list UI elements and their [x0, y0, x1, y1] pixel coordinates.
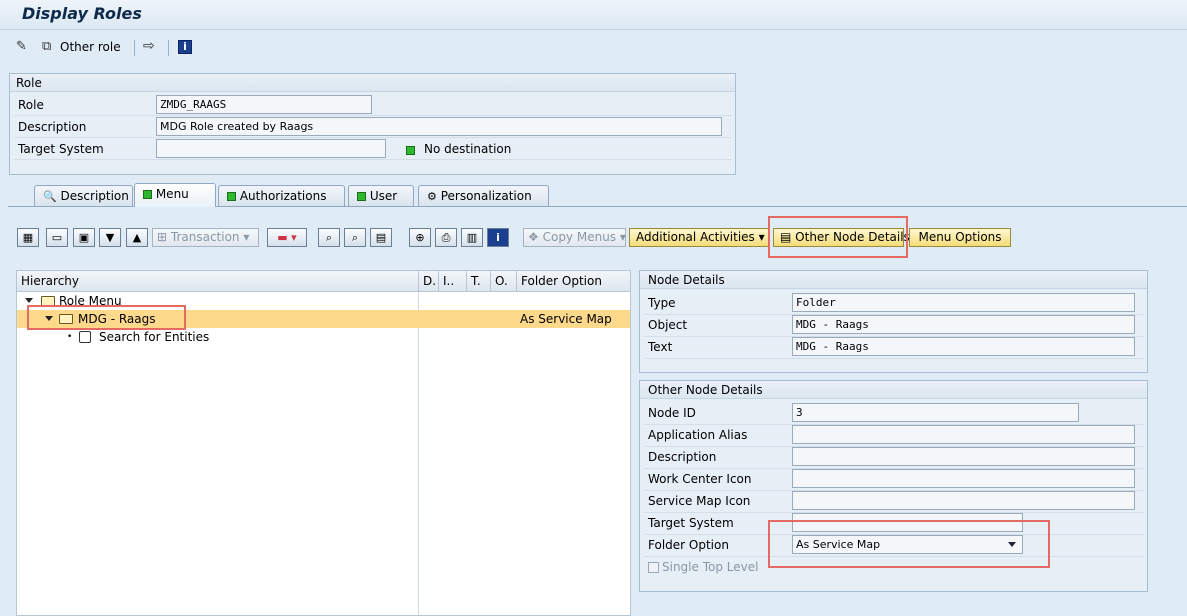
text-field: MDG - Raags — [792, 337, 1135, 356]
magnifier-icon: 🔍 — [43, 190, 57, 203]
node-details-title: Node Details — [640, 271, 1147, 289]
transaction-icon: ⊞ — [157, 230, 168, 244]
col-folder-option[interactable]: Folder Option — [517, 271, 619, 292]
personalization-icon: ⚙ — [427, 190, 437, 203]
type-field: Folder — [792, 293, 1135, 312]
transaction-button: ⊞ Transaction ▾ — [152, 228, 259, 247]
col-o[interactable]: O. — [491, 271, 517, 292]
folder-option-label: Folder Option — [648, 538, 729, 552]
folder-icon — [41, 292, 58, 310]
node-id-label: Node ID — [648, 406, 696, 420]
delete-node-icon[interactable]: ▬ ▾ — [267, 228, 307, 247]
description-label: Description — [18, 120, 87, 134]
checkbox-icon — [648, 562, 659, 573]
target-system-label: Target System — [648, 516, 734, 530]
collapse-icon[interactable]: ▣ — [73, 228, 95, 247]
other-node-details-button[interactable]: ▤ Other Node Details — [773, 228, 910, 247]
tab-menu[interactable]: Menu — [134, 183, 216, 207]
title-bar: Display Roles — [0, 0, 1187, 30]
expand-all-icon[interactable]: ▦ — [17, 228, 39, 247]
text-label: Text — [648, 340, 673, 354]
tree-row-mdg-raags[interactable]: MDG - Raags As Service Map — [17, 310, 630, 328]
hierarchy-tree[interactable]: Hierarchy D. I.. T. O. Folder Option Rol… — [16, 270, 631, 616]
tab-strip: 🔍 Description Menu Authorizations User ⚙… — [0, 183, 1187, 207]
toolbar-separator — [168, 40, 169, 56]
copy-icon: ❖ — [528, 230, 539, 244]
leaf-bullet-icon: • — [67, 332, 73, 342]
object-field: MDG - Raags — [792, 315, 1135, 334]
description-field[interactable]: MDG Role created by Raags — [156, 117, 722, 136]
other-node-details-title: Other Node Details — [640, 381, 1147, 399]
role-groupbox-title: Role — [10, 74, 735, 92]
folder-option-cell: As Service Map — [520, 312, 612, 326]
target-system-field[interactable] — [156, 139, 386, 158]
tab-personalization[interactable]: ⚙ Personalization — [418, 185, 549, 207]
info-icon[interactable]: i — [178, 40, 192, 54]
folder-icon — [59, 310, 76, 328]
expand-arrow-icon[interactable] — [45, 310, 57, 328]
single-top-level-checkbox: Single Top Level — [648, 560, 758, 574]
object-label: Object — [648, 318, 688, 332]
toolbar-separator — [134, 40, 135, 56]
chevron-down-icon — [1008, 542, 1016, 547]
work-center-icon-label: Work Center Icon — [648, 472, 752, 486]
folder-option-dropdown[interactable]: As Service Map — [792, 535, 1023, 554]
move-up-icon[interactable]: ▲ — [126, 228, 148, 247]
target-system-label: Target System — [18, 142, 104, 156]
role-field[interactable]: ZMDG_RAAGS — [156, 95, 372, 114]
tab-description[interactable]: 🔍 Description — [34, 185, 133, 207]
copy-menus-button: ❖ Copy Menus ▾ — [523, 228, 626, 247]
tab-user[interactable]: User — [348, 185, 414, 207]
display-change-icon[interactable]: ✎ — [16, 39, 27, 54]
col-t[interactable]: T. — [467, 271, 491, 292]
page-title: Display Roles — [22, 4, 142, 23]
work-center-icon-field — [792, 469, 1135, 488]
other-role-icon[interactable]: ⧉ — [42, 39, 51, 54]
service-map-icon-field — [792, 491, 1135, 510]
create-folder-icon[interactable]: ▭ — [46, 228, 68, 247]
other-role-button[interactable]: Other role — [60, 40, 121, 54]
application-toolbar: ✎ ⧉ Other role ⇨ i — [0, 31, 1187, 63]
service-map-icon-label: Service Map Icon — [648, 494, 751, 508]
menu-options-button[interactable]: Menu Options — [909, 228, 1011, 247]
type-label: Type — [648, 296, 676, 310]
role-label: Role — [18, 98, 44, 112]
status-green-icon — [143, 187, 152, 201]
tree-row-search-for-entities[interactable]: • Search for Entities — [17, 328, 630, 346]
list-icon[interactable]: ▤ — [370, 228, 392, 247]
node-id-field: 3 — [792, 403, 1079, 422]
description-field — [792, 447, 1135, 466]
application-alias-field — [792, 425, 1135, 444]
col-d[interactable]: D. — [419, 271, 439, 292]
web-application-icon — [79, 331, 91, 343]
details-icon: ▤ — [780, 230, 792, 244]
col-i[interactable]: I.. — [439, 271, 467, 292]
destination-status: No destination — [424, 142, 512, 156]
move-down-icon[interactable]: ▼ — [99, 228, 121, 247]
zoom-icon[interactable]: ⊕ — [409, 228, 431, 247]
additional-activities-button[interactable]: Additional Activities ▾ — [629, 228, 770, 247]
status-green-icon — [227, 189, 236, 203]
description-label: Description — [648, 450, 717, 464]
status-green-icon — [357, 189, 366, 203]
find-next-icon[interactable]: ⌕ — [344, 228, 366, 247]
application-alias-label: Application Alias — [648, 428, 748, 442]
print-icon[interactable]: ⎙ — [435, 228, 457, 247]
transport-icon[interactable]: ⇨ — [143, 38, 155, 54]
target-system-field — [792, 513, 1023, 532]
tree-row-role-menu[interactable]: Role Menu — [17, 292, 630, 310]
status-green-icon — [406, 143, 415, 157]
find-icon[interactable]: ⌕ — [318, 228, 340, 247]
expand-arrow-icon[interactable] — [25, 292, 37, 310]
tab-authorizations[interactable]: Authorizations — [218, 185, 345, 207]
tree-header: Hierarchy D. I.. T. O. Folder Option — [17, 271, 630, 292]
col-hierarchy[interactable]: Hierarchy — [17, 271, 419, 292]
layout-icon[interactable]: ▥ — [461, 228, 483, 247]
info-icon[interactable]: i — [487, 228, 509, 247]
